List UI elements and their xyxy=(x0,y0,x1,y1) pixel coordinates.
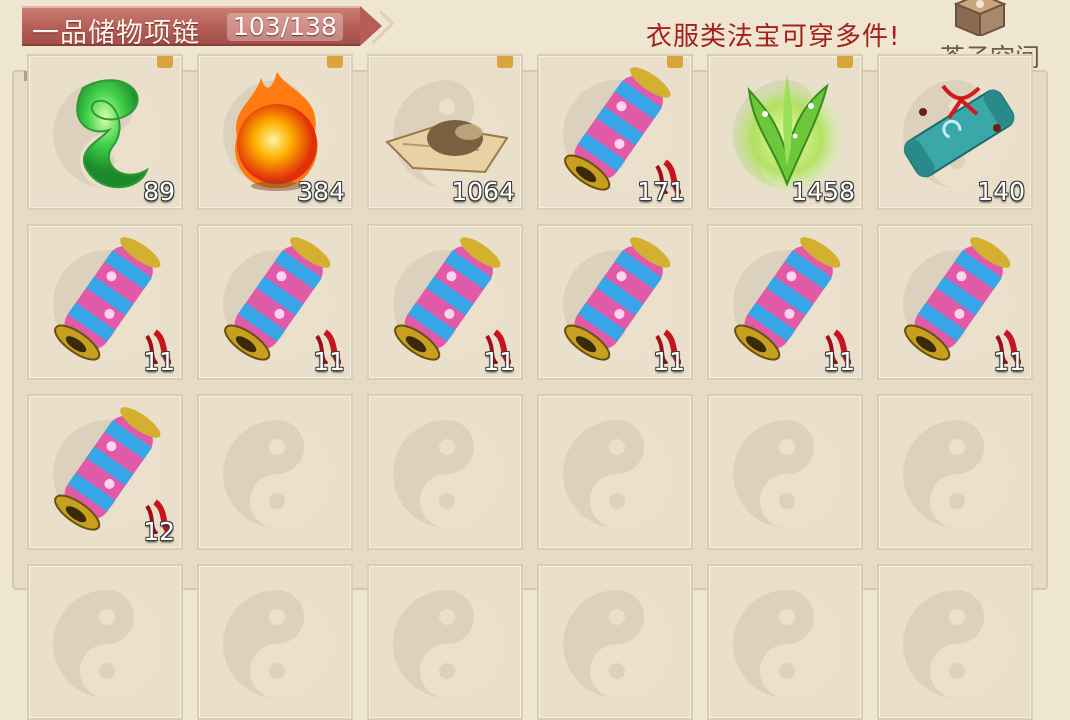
inventory-slot[interactable] xyxy=(197,564,353,720)
yin-yang-icon xyxy=(393,590,501,698)
inventory-slot[interactable]: 171 xyxy=(537,54,693,210)
bag-title: 一品储物项链 xyxy=(32,18,200,49)
green-jade-icon xyxy=(76,79,149,189)
item-count: 1458 xyxy=(791,177,855,206)
inventory-slot[interactable] xyxy=(27,564,183,720)
pink-scroll-icon xyxy=(734,237,851,364)
inventory-slot[interactable] xyxy=(367,564,523,720)
inventory-slot[interactable]: 11 xyxy=(197,224,353,380)
yin-yang-icon xyxy=(53,590,161,698)
item-count: 12 xyxy=(143,517,175,546)
pink-scroll-icon xyxy=(564,237,681,364)
item-count: 1064 xyxy=(451,177,515,206)
item-count: 140 xyxy=(977,177,1025,206)
inventory-slot[interactable] xyxy=(367,394,523,550)
pink-scroll-icon xyxy=(904,237,1021,364)
blue-scroll-icon xyxy=(903,84,1015,178)
inventory-slot[interactable]: 11 xyxy=(367,224,523,380)
fire-orb-icon xyxy=(235,72,318,191)
yin-yang-icon xyxy=(733,420,841,528)
capacity-counter: 103/138 xyxy=(227,13,343,41)
item-count: 384 xyxy=(297,177,345,206)
old-map-icon xyxy=(385,120,509,174)
yin-yang-icon xyxy=(223,590,331,698)
inventory-slot[interactable] xyxy=(707,564,863,720)
item-count: 11 xyxy=(823,347,855,376)
item-count: 171 xyxy=(637,177,685,206)
inventory-slot[interactable]: 1458 xyxy=(707,54,863,210)
ribbon-arrow-icon xyxy=(360,10,395,45)
inventory-slot[interactable] xyxy=(877,564,1033,720)
yin-yang-icon xyxy=(903,420,1011,528)
item-count: 11 xyxy=(483,347,515,376)
inventory-slot[interactable]: 89 xyxy=(27,54,183,210)
bound-tag-icon xyxy=(157,56,173,68)
pink-scroll-icon xyxy=(54,407,171,534)
bound-tag-icon xyxy=(327,56,343,68)
inventory-slot[interactable]: 11 xyxy=(707,224,863,380)
inventory-slot[interactable]: 1064 xyxy=(367,54,523,210)
inventory-slot[interactable]: 384 xyxy=(197,54,353,210)
yin-yang-icon xyxy=(563,590,671,698)
yin-yang-icon xyxy=(563,420,671,528)
inventory-slot[interactable] xyxy=(707,394,863,550)
hint-text: 衣服类法宝可穿多件! xyxy=(646,22,901,52)
inventory-slot[interactable]: 140 xyxy=(877,54,1033,210)
inventory-slot[interactable]: 11 xyxy=(27,224,183,380)
treasure-chest-icon xyxy=(953,0,1007,36)
pink-scroll-icon xyxy=(54,237,171,364)
yin-yang-icon xyxy=(903,590,1011,698)
bound-tag-icon xyxy=(667,56,683,68)
inventory-slot[interactable]: 11 xyxy=(877,224,1033,380)
inventory-slot[interactable]: 12 xyxy=(27,394,183,550)
item-count: 11 xyxy=(143,347,175,376)
bound-tag-icon xyxy=(497,56,513,68)
yin-yang-icon xyxy=(223,420,331,528)
inventory-slot[interactable] xyxy=(877,394,1033,550)
item-count: 11 xyxy=(993,347,1025,376)
item-count: 11 xyxy=(653,347,685,376)
spirit-herb-icon xyxy=(729,74,845,190)
inventory-slot[interactable]: 11 xyxy=(537,224,693,380)
inventory-slot[interactable] xyxy=(537,564,693,720)
pink-scroll-icon xyxy=(224,237,341,364)
bound-tag-icon xyxy=(837,56,853,68)
pink-scroll-icon xyxy=(394,237,511,364)
yin-yang-icon xyxy=(733,590,841,698)
item-count: 89 xyxy=(143,177,175,206)
pink-scroll-icon xyxy=(564,67,681,194)
yin-yang-icon xyxy=(393,420,501,528)
item-count: 11 xyxy=(313,347,345,376)
inventory-slot[interactable] xyxy=(537,394,693,550)
inventory-slot[interactable] xyxy=(197,394,353,550)
title-ribbon: 一品储物项链 103/138 xyxy=(22,6,395,49)
